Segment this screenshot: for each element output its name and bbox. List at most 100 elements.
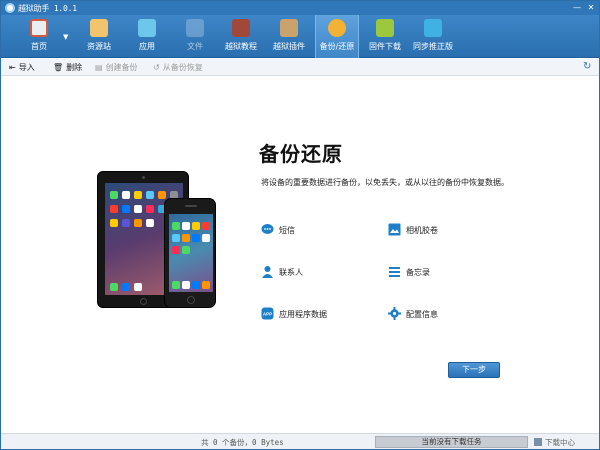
sync-icon — [424, 19, 442, 37]
download-status-bar: 当前没有下载任务 — [375, 436, 528, 448]
tab-plugins-label: 越狱插件 — [273, 42, 305, 51]
tab-store[interactable]: 资源站 — [77, 15, 121, 58]
tab-home[interactable]: 首页 — [15, 15, 63, 58]
app-tile — [146, 191, 154, 199]
iphone-screen — [169, 214, 213, 292]
tab-backup-restore-label: 备份/还原 — [319, 42, 355, 51]
import-icon: ⇤ — [9, 63, 16, 72]
tab-files-label: 文件 — [187, 42, 203, 51]
photo-icon — [388, 223, 401, 236]
delete-button[interactable]: 🗑 删除 — [53, 62, 82, 73]
tab-home-label: 首页 — [31, 42, 47, 51]
refresh-icon[interactable]: ↻ — [583, 61, 591, 72]
tab-firmware[interactable]: 固件下载 — [363, 15, 407, 58]
contact-icon — [261, 265, 274, 278]
status-bar: 共 0 个备份，0 Bytes 当前没有下载任务 下载中心 — [1, 433, 599, 449]
tab-sync[interactable]: 同步推正版 — [409, 15, 457, 58]
tab-plugins[interactable]: 越狱插件 — [267, 15, 311, 58]
tab-files: 文件 — [173, 15, 217, 58]
message-icon — [261, 223, 274, 236]
folder-icon — [186, 19, 204, 37]
tab-sync-label: 同步推正版 — [413, 42, 453, 51]
backup-icon — [328, 19, 346, 37]
app-data-icon: APP — [261, 307, 274, 320]
store-icon — [90, 19, 108, 37]
restore-backup-label: 从备份恢复 — [162, 63, 203, 72]
download-center-label: 下载中心 — [545, 438, 575, 447]
title-bar: 越狱助手 1.0.1 — ✕ — [1, 1, 599, 15]
option-contacts-label: 联系人 — [279, 268, 303, 277]
app-tile — [202, 234, 210, 242]
settings-icon — [388, 307, 401, 320]
app-tile — [202, 222, 210, 230]
app-tile — [122, 205, 130, 213]
tab-firmware-label: 固件下载 — [369, 42, 401, 51]
home-button-icon — [140, 298, 147, 305]
download-icon — [376, 19, 394, 37]
main-toolbar: 首页 ▼ 资源站 应用 文件 越狱教程 越狱插件 备份/还原 固件下载 同步推正… — [1, 15, 599, 58]
backup-restore-panel: 备份还原 将设备的重要数据进行备份，以免丢失，或从以往的备份中恢复数据。 短信 … — [1, 77, 599, 433]
app-tile — [202, 281, 210, 289]
app-tile — [110, 283, 118, 291]
tab-tutorial-label: 越狱教程 — [225, 42, 257, 51]
app-tile — [172, 246, 180, 254]
tab-apps-label: 应用 — [139, 42, 155, 51]
option-config-label: 配置信息 — [406, 310, 438, 319]
app-tile — [110, 219, 118, 227]
app-tile — [192, 234, 200, 242]
app-tile — [172, 281, 180, 289]
app-tile — [172, 234, 180, 242]
iphone-illustration — [164, 198, 216, 308]
create-backup-label: 创建备份 — [105, 63, 138, 72]
close-button[interactable]: ✕ — [585, 2, 597, 13]
app-tile — [182, 222, 190, 230]
app-tile — [172, 222, 180, 230]
action-bar: ⇤ 导入 🗑 删除 ▤ 创建备份 ↺ 从备份恢复 ↻ — [1, 59, 599, 76]
download-center-button[interactable]: 下载中心 — [534, 437, 575, 448]
notes-icon — [388, 265, 401, 278]
app-tile — [158, 191, 166, 199]
app-tile — [146, 219, 154, 227]
restore-backup-button: ↺ 从备份恢复 — [153, 62, 203, 73]
minimize-button[interactable]: — — [571, 2, 583, 13]
app-tile — [110, 191, 118, 199]
app-tile — [122, 191, 130, 199]
apps-icon — [138, 19, 156, 37]
app-tile — [110, 205, 118, 213]
option-app-data-label: 应用程序数据 — [279, 310, 327, 319]
tab-store-label: 资源站 — [87, 42, 111, 51]
tab-tutorial[interactable]: 越狱教程 — [219, 15, 263, 58]
chevron-down-icon[interactable]: ▼ — [63, 33, 68, 41]
app-tile — [134, 283, 142, 291]
import-button[interactable]: ⇤ 导入 — [9, 62, 35, 73]
app-tile — [134, 191, 142, 199]
home-button-icon — [187, 296, 195, 304]
camera-dot — [142, 176, 145, 179]
home-icon — [30, 19, 48, 37]
create-backup-button: ▤ 创建备份 — [95, 62, 138, 73]
app-tile — [192, 281, 200, 289]
trash-icon: 🗑 — [53, 63, 64, 72]
next-button[interactable]: 下一步 — [448, 362, 500, 378]
app-tile — [182, 234, 190, 242]
plugin-icon — [280, 19, 298, 37]
page-title: 备份还原 — [259, 142, 343, 166]
app-tile — [192, 222, 200, 230]
app-tile — [182, 246, 190, 254]
app-window: 越狱助手 1.0.1 — ✕ 首页 ▼ 资源站 应用 文件 越狱教程 越狱插件 — [0, 0, 600, 450]
tab-apps[interactable]: 应用 — [125, 15, 169, 58]
app-tile — [146, 205, 154, 213]
tab-backup-restore[interactable]: 备份/还原 — [315, 15, 359, 58]
page-description: 将设备的重要数据进行备份，以免丢失，或从以往的备份中恢复数据。 — [261, 178, 509, 187]
book-icon — [232, 19, 250, 37]
create-backup-icon: ▤ — [95, 63, 103, 72]
option-camera-roll-label: 相机胶卷 — [406, 226, 438, 235]
window-title: 越狱助手 1.0.1 — [18, 4, 77, 13]
import-label: 导入 — [18, 63, 35, 72]
speaker-slot — [185, 205, 197, 207]
app-tile — [182, 281, 190, 289]
svg-text:APP: APP — [263, 312, 272, 317]
option-notes-label: 备忘录 — [406, 268, 430, 277]
app-tile — [122, 219, 130, 227]
app-tile — [134, 205, 142, 213]
